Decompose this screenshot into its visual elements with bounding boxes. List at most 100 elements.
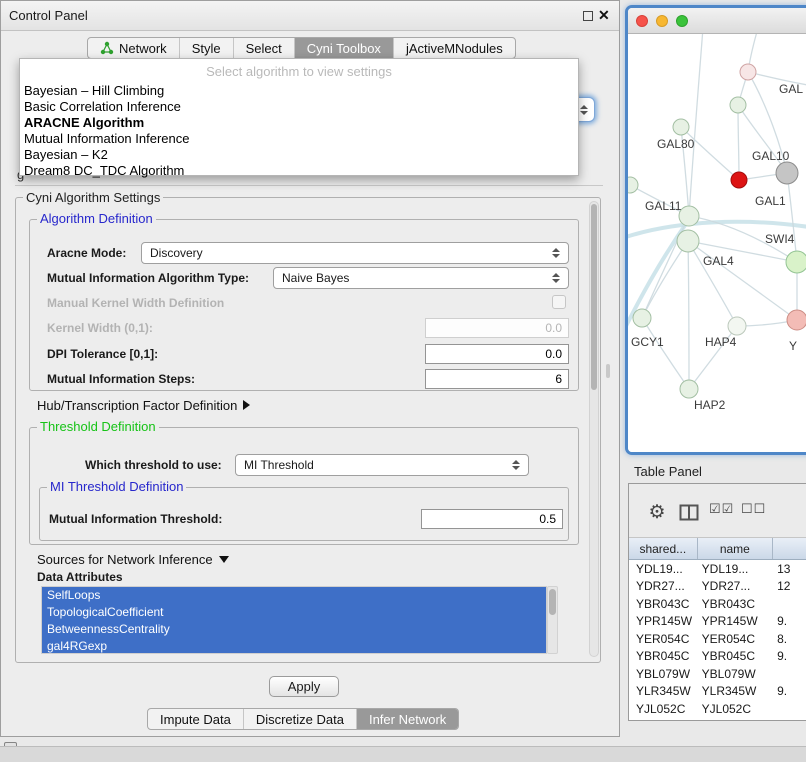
tab-discretize-data[interactable]: Discretize Data (243, 709, 356, 729)
mi-threshold-field[interactable] (421, 509, 563, 529)
which-threshold-label: Which threshold to use: (85, 454, 222, 476)
settings-scrollbar-thumb[interactable] (591, 204, 597, 390)
apply-button[interactable]: Apply (269, 676, 339, 697)
tab-select[interactable]: Select (233, 38, 294, 58)
tab-cyni-toolbox[interactable]: Cyni Toolbox (294, 38, 393, 58)
node-label-hap2: HAP2 (694, 398, 726, 412)
node-unlabeled[interactable] (628, 177, 638, 193)
attribute-item-betweennesscentrality[interactable]: BetweennessCentrality (42, 621, 546, 638)
node-swi4[interactable] (786, 251, 806, 273)
attribute-item-topologicalcoefficient[interactable]: TopologicalCoefficient (42, 604, 546, 621)
node-hap4[interactable] (728, 317, 746, 335)
tab-label: Network (119, 41, 167, 56)
node-label-gal11: GAL11 (645, 199, 682, 213)
tab-network[interactable]: Network (88, 38, 179, 58)
tab-label: Discretize Data (256, 712, 344, 727)
dropdown-item-mutual-information[interactable]: Mutual Information Inference (20, 131, 578, 147)
unchecked-boxes-icon[interactable]: ☐☐ (741, 501, 766, 517)
tab-infer-network[interactable]: Infer Network (356, 709, 458, 729)
node-label-clipped: Y (789, 339, 797, 353)
node-salmon[interactable] (787, 310, 806, 330)
attribute-item-selfloops[interactable]: SelfLoops (42, 587, 546, 604)
attribute-list-scrollbar[interactable] (547, 586, 558, 654)
attribute-item-gal4rgexp[interactable]: gal4RGexp (42, 638, 546, 654)
node-label-gal4: GAL4 (703, 254, 734, 268)
network-graph: GAL80 GAL10 GAL11 GAL1 SWI4 GAL4 GCY1 HA… (628, 34, 806, 452)
tab-style[interactable]: Style (179, 38, 233, 58)
attribute-list-scrollbar-thumb[interactable] (549, 589, 556, 615)
divider (15, 185, 603, 186)
cell-shared-name: YPR145W (629, 614, 698, 628)
tab-jactivemodules[interactable]: jActiveMNodules (393, 38, 515, 58)
collapse-down-icon (219, 556, 229, 563)
table-row[interactable]: YDL19... YDL19... 13 (629, 560, 806, 578)
table-row[interactable]: YJL052C YJL052C (629, 700, 806, 718)
column-header-clipped[interactable] (773, 538, 806, 559)
node-gal4[interactable] (677, 230, 699, 252)
dropdown-item-bayesian-hill-climbing[interactable]: Bayesian – Hill Climbing (20, 83, 578, 99)
float-window-icon[interactable] (583, 11, 593, 21)
node-gal10-selected[interactable] (731, 172, 747, 188)
tab-label: Style (192, 41, 221, 56)
table-row[interactable]: YBR043C YBR043C (629, 595, 806, 613)
mi-algorithm-type-label: Mutual Information Algorithm Type: (47, 267, 249, 289)
tab-label: Impute Data (160, 712, 231, 727)
panel-resize-grip[interactable] (606, 364, 610, 378)
kernel-width-label: Kernel Width (0,1): (47, 317, 153, 339)
dropdown-item-basic-correlation[interactable]: Basic Correlation Inference (20, 99, 578, 115)
dropdown-prompt: Select algorithm to view settings (20, 59, 578, 83)
close-panel-icon[interactable]: ✕ (598, 7, 610, 24)
network-canvas[interactable]: GAL80 GAL10 GAL11 GAL1 SWI4 GAL4 GCY1 HA… (628, 34, 806, 452)
mi-steps-field[interactable] (425, 369, 569, 389)
dropdown-item-aracne[interactable]: ARACNE Algorithm (20, 115, 578, 131)
table-row[interactable]: YPR145W YPR145W 9. (629, 613, 806, 631)
checked-boxes-icon[interactable]: ☑☑ (709, 501, 734, 517)
algorithm-dropdown-menu: Select algorithm to view settings Bayesi… (19, 58, 579, 176)
table-row[interactable]: YBL079W YBL079W (629, 665, 806, 683)
zoom-window-icon[interactable] (676, 15, 688, 27)
table-row[interactable]: YBR045C YBR045C 9. (629, 648, 806, 666)
node-pink[interactable] (740, 64, 756, 80)
kernel-width-field (425, 318, 569, 338)
tab-label: Infer Network (369, 712, 446, 727)
close-window-icon[interactable] (636, 15, 648, 27)
node-gray[interactable] (776, 162, 798, 184)
combo-value: Discovery (150, 246, 203, 260)
hub-definition-section-header[interactable]: Hub/Transcription Factor Definition (37, 395, 250, 415)
sources-label: Sources for Network Inference (37, 552, 213, 567)
node-gcy1[interactable] (633, 309, 651, 327)
cell-value: 12 (773, 579, 806, 593)
sources-section-header[interactable]: Sources for Network Inference (37, 550, 229, 568)
node-label-clipped: GAL (779, 82, 803, 96)
algorithm-definition-title: Algorithm Definition (37, 212, 156, 225)
column-header-name[interactable]: name (698, 538, 773, 559)
dropdown-item-bayesian-k2[interactable]: Bayesian – K2 (20, 147, 578, 163)
table-row[interactable]: YDR27... YDR27... 12 (629, 578, 806, 596)
column-visibility-icon[interactable] (679, 504, 699, 521)
cell-name: YDR27... (698, 579, 773, 593)
control-panel-titlebar: Control Panel ✕ (1, 1, 619, 31)
combo-arrows-icon (552, 248, 560, 258)
tab-impute-data[interactable]: Impute Data (148, 709, 243, 729)
dropdown-item-dream8[interactable]: Dream8 DC_TDC Algorithm (20, 163, 578, 179)
node-hap2[interactable] (680, 380, 698, 398)
node-gal80[interactable] (673, 119, 689, 135)
minimize-window-icon[interactable] (656, 15, 668, 27)
table-row[interactable]: YLR345W YLR345W 9. (629, 683, 806, 701)
table-row[interactable]: YER054C YER054C 8. (629, 630, 806, 648)
cyni-bottom-tabs: Impute Data Discretize Data Infer Networ… (147, 708, 459, 730)
cell-name: YLR345W (698, 684, 773, 698)
node-gal11[interactable] (679, 206, 699, 226)
settings-gear-icon[interactable]: ⚙ (645, 500, 669, 524)
mi-algorithm-type-combobox[interactable]: Naive Bayes (273, 267, 569, 289)
dpi-tolerance-field[interactable] (425, 344, 569, 364)
aracne-mode-combobox[interactable]: Discovery (141, 242, 569, 264)
expand-right-icon (243, 400, 250, 410)
settings-scrollbar[interactable] (589, 201, 599, 657)
cell-value: 9. (773, 614, 806, 628)
desktop: Control Panel ✕ Network Style Select Cyn… (0, 0, 806, 762)
tab-label: Cyni Toolbox (307, 41, 381, 56)
which-threshold-combobox[interactable]: MI Threshold (235, 454, 529, 476)
column-header-shared-name[interactable]: shared... (629, 538, 698, 559)
node-unlabeled[interactable] (730, 97, 746, 113)
